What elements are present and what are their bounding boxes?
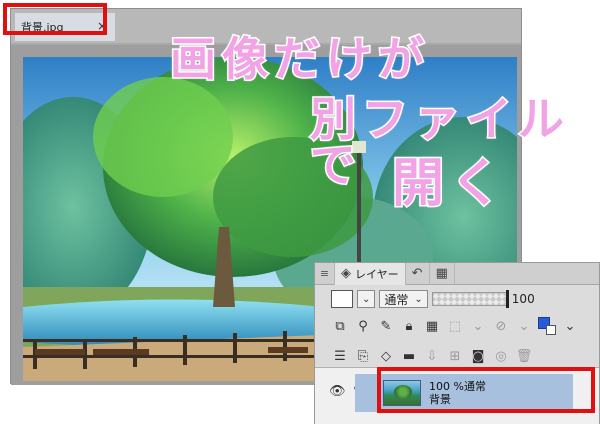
film-icon: ▦ [435, 266, 448, 281]
undo-history-icon: ↶ [411, 266, 423, 281]
layer-panel: ≡ ◈ レイヤー ↶ ▦ ⌄ 通常 ⌄ 100 ⧉ ⚲ ✎ 🔒︎ ▦ ⬚ ⌄ ⊘… [314, 262, 600, 424]
tab-layer[interactable]: ◈ レイヤー [335, 262, 406, 285]
layers-icon: ◈ [341, 266, 351, 281]
opacity-slider[interactable] [431, 290, 509, 308]
tab-highlight-box [3, 3, 107, 35]
chevron-down-icon: ⌄ [414, 293, 423, 305]
layer-panel-tabs: ≡ ◈ レイヤー ↶ ▦ [315, 262, 599, 285]
opacity-value[interactable]: 100 [512, 292, 535, 306]
new-vector-layer-icon[interactable]: ◇ [377, 347, 395, 365]
chevron-down-icon[interactable]: ⌄ [515, 317, 533, 335]
transfer-down-icon[interactable]: ⇩ [423, 347, 441, 365]
screenshot-root: 背景.jpg × 画像だけが 別ファイルで 開く ≡ ◈ レイヤー ↶ ▦ ⌄ … [0, 0, 600, 424]
tab-history[interactable]: ↶ [406, 262, 430, 285]
mask-icon[interactable]: ⬚ [446, 317, 464, 335]
layer-color-icon[interactable] [538, 317, 556, 335]
mask-disable-icon[interactable]: ⊘ [492, 317, 510, 335]
merge-down-icon[interactable]: ⊞ [446, 347, 464, 365]
layer-properties-row: ⌄ 通常 ⌄ 100 [315, 287, 599, 311]
tab-animation[interactable]: ▦ [430, 262, 455, 285]
clip-layer-icon[interactable]: ⧉ [331, 317, 349, 335]
trash-icon[interactable]: 🗑︎ [515, 347, 533, 365]
chevron-down-icon: ⌄ [362, 293, 371, 305]
layer-actions-row: ☰ ⎘ ◇ ▬ ⇩ ⊞ ◙ ◎ 🗑︎ [315, 345, 599, 367]
chevron-down-icon[interactable]: ⌄ [561, 317, 579, 335]
layer-highlight-box [377, 367, 595, 413]
blend-mode-value: 通常 [384, 292, 409, 307]
apply-mask-icon[interactable]: ◎ [492, 347, 510, 365]
layer-mask-icon[interactable]: ◙ [469, 347, 487, 365]
lock-transparency-icon[interactable]: ▦ [423, 317, 441, 335]
reference-layer-icon[interactable]: ⚲ [354, 317, 372, 335]
eye-icon[interactable]: 👁︎ [329, 384, 346, 399]
chevron-down-icon[interactable]: ⌄ [469, 317, 487, 335]
new-raster-layer-icon[interactable]: ⎘ [354, 347, 372, 365]
opacity-slider-thumb[interactable] [505, 290, 509, 308]
panel-menu-icon[interactable]: ≡ [315, 262, 335, 285]
layer-tools-row: ⧉ ⚲ ✎ 🔒︎ ▦ ⬚ ⌄ ⊘ ⌄ ⌄ [315, 315, 599, 337]
new-folder-icon[interactable]: ▬ [400, 347, 418, 365]
blend-mode-select[interactable]: 通常 ⌄ [379, 290, 428, 308]
draft-layer-icon[interactable]: ✎ [377, 317, 395, 335]
swatch-dropdown[interactable]: ⌄ [357, 290, 376, 308]
tab-layer-label: レイヤー [355, 267, 399, 281]
lock-icon[interactable]: 🔒︎ [400, 317, 418, 335]
panel-options-icon[interactable]: ☰ [331, 347, 349, 365]
layer-color-swatch[interactable] [331, 290, 353, 308]
layer-color-front [546, 325, 556, 335]
